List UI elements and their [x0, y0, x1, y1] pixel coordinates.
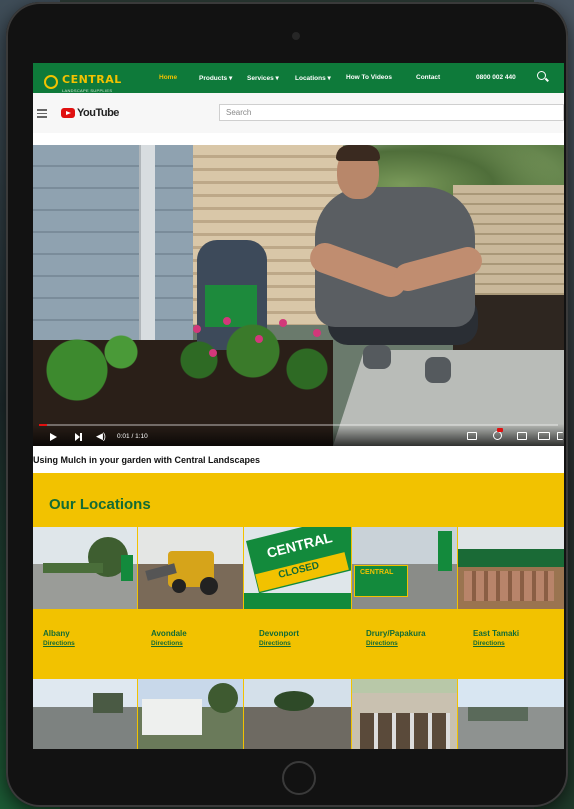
video-person-shoe: [363, 345, 391, 369]
front-camera: [292, 32, 300, 40]
location-photo-row2-5[interactable]: [458, 679, 564, 749]
location-photo-drury[interactable]: CENTRAL: [352, 527, 457, 609]
photo-ground: [244, 707, 351, 749]
video-flower: [193, 325, 201, 333]
location-east-tamaki: East Tamaki Directions: [473, 629, 519, 647]
location-name: Devonport: [259, 629, 299, 638]
photo-storefront: [360, 713, 450, 749]
home-button[interactable]: [282, 761, 316, 795]
fullscreen-icon[interactable]: [557, 432, 563, 440]
photo-sign-base: [244, 593, 351, 609]
location-photo-row2-4[interactable]: [352, 679, 457, 749]
nav-locations[interactable]: Locations ▾: [295, 74, 346, 82]
logo-wordmark: CENTRAL LANDSCAPE SUPPLIES: [62, 70, 122, 93]
video-player[interactable]: ◀) 0:01 / 1:10: [33, 145, 564, 446]
locations-heading: Our Locations: [49, 496, 151, 513]
video-person-hair: [336, 145, 380, 161]
video-person-shoe: [425, 357, 451, 383]
location-drury-papakura: Drury/Papakura Directions: [366, 629, 426, 647]
video-controls: ◀) 0:01 / 1:10: [33, 424, 564, 446]
location-name: Drury/Papakura: [366, 629, 426, 638]
video-time: 0:01 / 1:10: [117, 433, 148, 440]
photo-canopy: [458, 549, 564, 567]
location-photo-east-tamaki[interactable]: [458, 527, 564, 609]
location-albany: Albany Directions: [43, 629, 75, 647]
photo-hedge: [43, 563, 103, 573]
volume-icon[interactable]: ◀): [96, 431, 106, 441]
nav-how-to-videos[interactable]: How To Videos: [346, 74, 416, 82]
nav-links: Home Products ▾ Services ▾ Locations ▾ H…: [159, 74, 456, 82]
video-plant-left: [33, 325, 143, 415]
logo-name: CENTRAL: [62, 73, 122, 86]
video-title[interactable]: Using Mulch in your garden with Central …: [33, 455, 260, 465]
tablet-screen: CENTRAL LANDSCAPE SUPPLIES Home Products…: [33, 63, 564, 749]
location-avondale: Avondale Directions: [151, 629, 187, 647]
photo-ground: [33, 707, 137, 749]
location-name: Avondale: [151, 629, 187, 638]
youtube-play-icon: [61, 108, 75, 118]
youtube-header: YouTube Search: [33, 93, 564, 133]
photo-wheel: [200, 577, 218, 595]
location-photo-row2-3[interactable]: [244, 679, 351, 749]
menu-icon[interactable]: [37, 109, 47, 120]
photo-building: [468, 707, 528, 721]
theater-mode-icon[interactable]: [538, 432, 550, 440]
video-progress-bar[interactable]: [39, 424, 558, 426]
site-navbar: CENTRAL LANDSCAPE SUPPLIES Home Products…: [33, 63, 564, 93]
photo-tree: [208, 683, 238, 713]
next-icon[interactable]: [75, 433, 83, 441]
photo-sky: [458, 679, 564, 707]
search-icon[interactable]: [537, 71, 546, 80]
nav-contact[interactable]: Contact: [416, 74, 456, 82]
location-photo-row2-1[interactable]: [33, 679, 137, 749]
location-devonport: Devonport Directions: [259, 629, 299, 647]
photo-sign: [121, 555, 133, 581]
captions-icon[interactable]: [467, 432, 477, 440]
location-name: Albany: [43, 629, 70, 638]
photo-house: [142, 699, 202, 735]
youtube-logo-text: YouTube: [77, 107, 119, 119]
miniplayer-icon[interactable]: [517, 432, 527, 440]
site-logo[interactable]: CENTRAL LANDSCAPE SUPPLIES: [44, 70, 122, 93]
settings-icon[interactable]: [493, 431, 502, 440]
location-photo-albany[interactable]: [33, 527, 137, 609]
location-photo-devonport[interactable]: CENTRAL CLOSED: [244, 527, 351, 609]
photo-bins: [464, 571, 554, 601]
photo-tree: [274, 691, 314, 711]
photo-building: [93, 693, 123, 713]
nav-home[interactable]: Home: [159, 74, 199, 82]
video-flower: [223, 317, 231, 325]
location-photo-row2-2[interactable]: [138, 679, 243, 749]
hd-badge-icon: [497, 428, 503, 432]
video-flower: [313, 329, 321, 337]
youtube-logo[interactable]: YouTube: [61, 107, 119, 119]
directions-link[interactable]: Directions: [259, 640, 299, 647]
directions-link[interactable]: Directions: [366, 640, 426, 647]
video-progress-fill: [39, 424, 47, 426]
location-name: East Tamaki: [473, 629, 520, 638]
logo-mark-icon: [44, 74, 58, 89]
photo-sign-brand-2: CENTRAL: [360, 569, 394, 576]
youtube-search-input[interactable]: Search: [219, 104, 564, 121]
directions-link[interactable]: Directions: [43, 640, 75, 647]
photo-wheel: [172, 579, 186, 593]
tablet-frame: CENTRAL LANDSCAPE SUPPLIES Home Products…: [6, 2, 568, 807]
directions-link[interactable]: Directions: [151, 640, 187, 647]
play-icon[interactable]: [50, 433, 57, 441]
photo-pole-sign: [438, 531, 452, 571]
nav-services[interactable]: Services ▾: [247, 74, 295, 82]
nav-phone-number[interactable]: 0800 002 440: [476, 74, 516, 81]
directions-link[interactable]: Directions: [473, 640, 519, 647]
video-flower: [209, 349, 217, 357]
video-downpipe: [139, 145, 155, 345]
video-flower: [279, 319, 287, 327]
locations-section: Our Locations CENTRAL CLOSED CENTRAL Alb…: [33, 473, 564, 749]
location-photo-avondale[interactable]: [138, 527, 243, 609]
nav-products[interactable]: Products ▾: [199, 74, 247, 82]
video-flower: [255, 335, 263, 343]
